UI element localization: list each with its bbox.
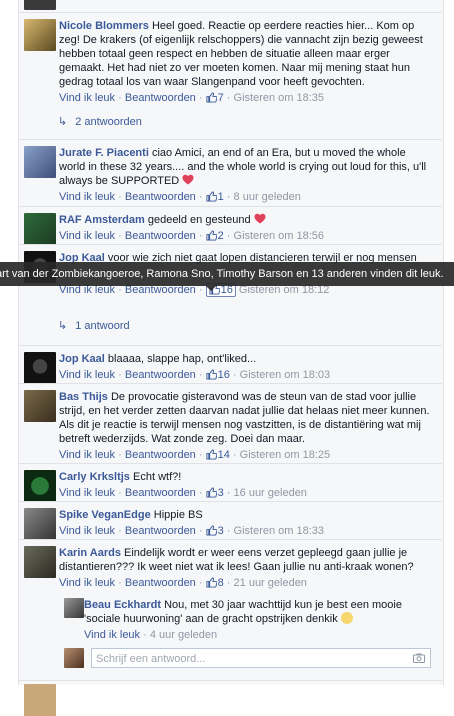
comment-text: Echt wtf?! [133,471,182,483]
reply-link[interactable]: Beantwoorden [125,92,196,104]
avatar[interactable] [24,390,56,422]
like-count[interactable]: 3 [206,525,224,537]
comment-author[interactable]: Jurate F. Piacenti [59,147,149,159]
likes-tooltip: art van der Zombiekangoeroe, Ramona Sno,… [0,262,454,286]
tooltip-arrow [206,286,216,291]
like-link[interactable]: Vind ik leuk [59,487,115,499]
comment-author[interactable]: Karin Aards [59,547,121,559]
reply-meta: Vind ik leuk · 4 uur geleden [84,629,218,641]
comment-time: Gisteren om 18:56 [233,230,325,242]
avatar[interactable] [24,684,56,716]
avatar[interactable] [64,598,84,618]
avatar[interactable] [24,508,56,540]
like-link[interactable]: Vind ik leuk [59,577,115,589]
comment-time: 16 uur geleden [233,487,307,499]
comment-item: RAF Amsterdam gedeeld en gesteund Vind i… [18,206,442,245]
comment-meta: Vind ik leuk · Beantwoorden · 1 · 8 uur … [59,191,301,203]
comment-text: Hippie BS [153,509,203,521]
comment-item: Bas Thijs De provocatie gisteravond was … [18,383,442,462]
like-count[interactable]: 16 [206,369,230,381]
avatar[interactable] [24,19,56,51]
avatar[interactable] [24,352,56,384]
comment-author[interactable]: Bas Thijs [59,391,108,403]
like-link[interactable]: Vind ik leuk [59,230,115,242]
comment-item: Carly Krksltjs Echt wtf?! Vind ik leuk ·… [18,463,442,502]
like-count[interactable]: 14 [206,449,230,461]
thumbs-up-icon [206,525,217,536]
avatar[interactable] [24,470,56,502]
comment-author[interactable]: Jop Kaal [59,353,105,365]
comment-text: blaaaa, slappe hap, ont'liked... [107,353,257,365]
comment-item: Spike VeganEdge Hippie BS Vind ik leuk ·… [18,501,442,540]
thumbs-up-icon [206,449,217,460]
reply-arrow-icon: ↳ [58,116,68,128]
avatar[interactable] [24,546,56,578]
reply-item: Beau Eckhardt Nou, met 30 jaar wachttijd… [58,592,442,642]
thumbs-up-icon [206,487,217,498]
comment-text: gedeeld en gesteund [147,214,251,226]
comment-meta: Vind ik leuk · Beantwoorden · 14 · Giste… [59,449,331,461]
comment-meta: Vind ik leuk · Beantwoorden · 3 · Gister… [59,525,325,537]
reply-link[interactable]: Beantwoorden [125,525,196,537]
reply-link[interactable]: Beantwoorden [125,577,196,589]
comment-meta: Vind ik leuk · Beantwoorden · 8 · 21 uur… [59,577,307,589]
heart-icon [182,174,194,185]
reply-link[interactable]: Beantwoorden [125,369,196,381]
thumbs-up-icon [206,577,217,588]
current-user-avatar [64,648,84,668]
comment-time: Gisteren om 18:03 [239,369,331,381]
avatar[interactable] [24,146,56,178]
thumbs-up-icon [206,92,217,103]
reply-link[interactable]: Beantwoorden [125,449,196,461]
comment-partial [18,680,442,716]
comment-meta: Vind ik leuk · Beantwoorden · 3 · 16 uur… [59,487,307,499]
comment-time: 8 uur geleden [233,191,301,203]
like-link[interactable]: Vind ik leuk [84,629,140,641]
comment-item: Jurate F. Piacenti ciao Amici, an end of… [18,139,442,204]
like-link[interactable]: Vind ik leuk [59,369,115,381]
view-replies-link[interactable]: ↳ 1 antwoord [58,319,130,332]
thumbs-up-icon [206,369,217,380]
comment-author[interactable]: Spike VeganEdge [59,509,151,521]
reply-arrow-icon: ↳ [58,320,68,332]
comment-item: Nicole Blommers Heel goed. Reactie op ee… [18,12,442,111]
like-link[interactable]: Vind ik leuk [59,525,115,537]
avatar[interactable] [24,213,56,245]
comment-item: Karin Aards Eindelijk wordt er weer eens… [18,539,442,592]
reply-link[interactable]: Beantwoorden [125,487,196,499]
avatar[interactable] [24,0,56,10]
camera-icon[interactable] [413,653,425,663]
comment-time: Gisteren om 18:33 [233,525,325,537]
reply-link[interactable]: Beantwoorden [125,191,196,203]
comment-meta: Vind ik leuk · Beantwoorden · 16 · Giste… [59,369,331,381]
comment-meta: Vind ik leuk · Beantwoorden · 2 · Gister… [59,230,325,242]
comment-meta: Vind ik leuk · Beantwoorden · 7 · Gister… [59,92,325,104]
comment-time: Gisteren om 18:35 [233,92,325,104]
comment-time: Gisteren om 18:25 [239,449,331,461]
like-count[interactable]: 3 [206,487,224,499]
like-count[interactable]: 2 [206,230,224,242]
like-link[interactable]: Vind ik leuk [59,449,115,461]
smiley-icon [340,612,353,624]
thumbs-up-icon [206,230,217,241]
reply-author[interactable]: Beau Eckhardt [84,599,161,611]
like-count[interactable]: 8 [206,577,224,589]
view-replies-link[interactable]: ↳ 2 antwoorden [58,115,142,128]
comment-partial [18,0,442,12]
like-count[interactable]: 1 [206,191,224,203]
reply-time: 4 uur geleden [149,629,218,641]
like-link[interactable]: Vind ik leuk [59,92,115,104]
like-link[interactable]: Vind ik leuk [59,191,115,203]
comment-text: De provocatie gisteravond was de steun v… [59,391,430,445]
reply-input[interactable]: Schrijf een antwoord... [91,648,431,668]
heart-icon [254,213,266,224]
comment-time: 21 uur geleden [233,577,307,589]
comment-author[interactable]: Carly Krksltjs [59,471,130,483]
comment-author[interactable]: RAF Amsterdam [59,214,145,226]
thumbs-up-icon [206,191,217,202]
reply-link[interactable]: Beantwoorden [125,230,196,242]
comment-author[interactable]: Nicole Blommers [59,20,149,32]
like-count[interactable]: 7 [206,92,224,104]
comment-item: Jop Kaal blaaaa, slappe hap, ont'liked..… [18,345,442,384]
